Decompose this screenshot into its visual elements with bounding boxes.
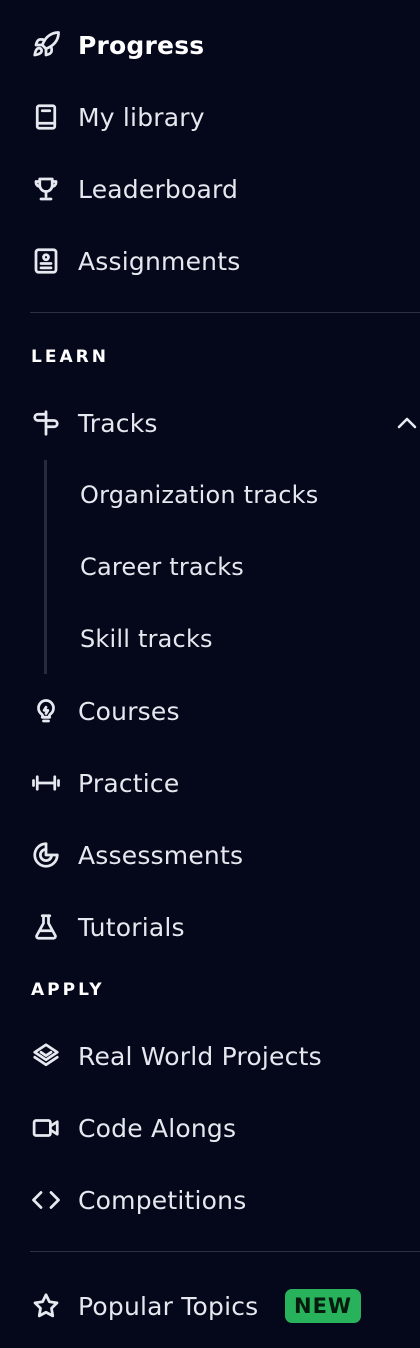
nav-item-competitions[interactable]: Competitions	[0, 1172, 420, 1228]
nav-label-career-tracks: Career tracks	[80, 553, 245, 581]
layers-icon	[30, 1040, 62, 1072]
chevron-up-icon[interactable]	[394, 410, 420, 436]
nav-item-practice[interactable]: Practice	[0, 755, 420, 811]
nav-label-courses: Courses	[78, 696, 180, 726]
dumbbell-icon	[30, 767, 62, 799]
nav-label-competitions: Competitions	[78, 1185, 247, 1215]
nav-item-courses[interactable]: Courses	[0, 683, 420, 739]
nav-item-leaderboard[interactable]: Leaderboard	[0, 161, 420, 217]
nav-item-tracks[interactable]: Tracks	[0, 395, 420, 451]
nav-label-my-library: My library	[78, 102, 205, 132]
section-heading-apply: APPLY	[31, 980, 105, 1000]
star-icon	[30, 1290, 62, 1322]
nav-item-popular-topics[interactable]: Popular Topics NEW	[0, 1278, 420, 1334]
nav-label-real-world-projects: Real World Projects	[78, 1041, 322, 1071]
nav-label-practice: Practice	[78, 768, 180, 798]
nav-label-tracks: Tracks	[78, 408, 158, 438]
section-heading-learn: LEARN	[31, 347, 109, 367]
nav-subitem-skill-tracks[interactable]: Skill tracks	[0, 611, 420, 667]
nav-item-assessments[interactable]: Assessments	[0, 827, 420, 883]
nav-item-assignments[interactable]: Assignments	[0, 233, 420, 289]
nav-label-skill-tracks: Skill tracks	[80, 625, 213, 653]
book-icon	[30, 101, 62, 133]
nav-label-organization-tracks: Organization tracks	[80, 481, 319, 509]
divider	[30, 312, 420, 313]
nav-label-progress: Progress	[78, 30, 205, 60]
nav-label-code-alongs: Code Alongs	[78, 1113, 237, 1143]
nav-item-real-world-projects[interactable]: Real World Projects	[0, 1028, 420, 1084]
signpost-icon	[30, 407, 62, 439]
clipboard-icon	[30, 245, 62, 277]
nav-item-code-alongs[interactable]: Code Alongs	[0, 1100, 420, 1156]
rocket-icon	[30, 29, 62, 61]
nav-subitem-organization-tracks[interactable]: Organization tracks	[0, 467, 420, 523]
new-badge: NEW	[285, 1289, 362, 1323]
code-brackets-icon	[30, 1184, 62, 1216]
flask-icon	[30, 911, 62, 943]
target-icon	[30, 839, 62, 871]
nav-item-tutorials[interactable]: Tutorials	[0, 899, 420, 955]
divider	[30, 1251, 420, 1252]
nav-subitem-career-tracks[interactable]: Career tracks	[0, 539, 420, 595]
lightbulb-icon	[30, 695, 62, 727]
nav-label-assignments: Assignments	[78, 246, 241, 276]
nav-label-assessments: Assessments	[78, 840, 244, 870]
nav-item-my-library[interactable]: My library	[0, 89, 420, 145]
nav-label-leaderboard: Leaderboard	[78, 174, 239, 204]
nav-item-progress[interactable]: Progress	[0, 17, 420, 73]
nav-label-popular-topics: Popular Topics	[78, 1291, 259, 1321]
sidebar-nav: Progress My library Leaderboard Assignme…	[0, 0, 420, 1348]
trophy-icon	[30, 173, 62, 205]
video-camera-icon	[30, 1112, 62, 1144]
nav-label-tutorials: Tutorials	[78, 912, 185, 942]
